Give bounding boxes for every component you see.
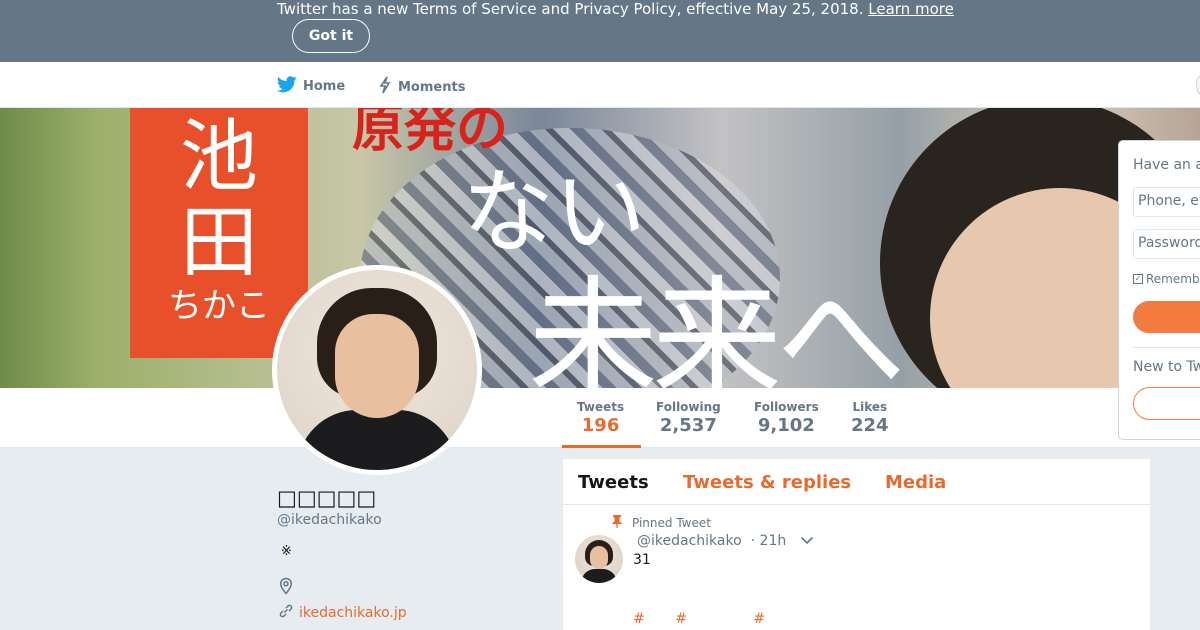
avatar-face [335,314,419,418]
tweet-avatar[interactable] [575,535,623,583]
hashtag-link[interactable]: # [633,611,645,627]
profile-url-link[interactable]: ikedachikako.jp [299,605,407,621]
cover-name: 池 田 ちかこ [150,114,288,326]
tweet-hashtags: # # # [633,611,791,627]
terms-banner: Twitter has a new Terms of Service and P… [0,0,1200,62]
active-tab-indicator [562,445,641,448]
stat-value: 196 [581,415,620,436]
stat-label: Followers [754,400,819,414]
got-it-button[interactable]: Got it [292,19,370,53]
timeline: Tweets Tweets & replies Media Pinned Twe… [563,459,1150,630]
pin-icon [611,514,623,531]
lightning-icon [378,76,392,98]
cover-name-mid: 田 [179,198,258,288]
stat-tweets[interactable]: Tweets 196 [577,400,624,437]
stat-label: Likes [852,400,888,414]
stat-label: Tweets [577,400,625,414]
banner-text: Twitter has a new Terms of Service and P… [277,0,954,18]
tweet-handle[interactable]: @ikedachikako [637,533,742,549]
cover-image: 池 田 ちかこ 原発の ない 未来へ [0,108,1200,388]
tab-tweets[interactable]: Tweets [578,472,649,493]
tweet-time[interactable]: · 21h [751,533,787,549]
stat-following[interactable]: Following 2,537 [656,400,721,437]
twitter-bird-icon [276,76,297,97]
location-icon [278,577,294,599]
password-input[interactable]: Password [1133,229,1200,259]
search-field-edge[interactable] [1196,70,1200,100]
profile-nav: Tweets 196 Following 2,537 Followers 9,1… [0,388,1200,448]
login-divider [1133,347,1200,348]
tweet-avatar-body [581,569,617,583]
remember-me[interactable]: ✓ Remember me [1133,272,1200,286]
remember-label: Remember me [1146,272,1200,286]
tweet-text: 31 [633,552,651,568]
pinned-tweet-label: Pinned Tweet [611,514,711,531]
nav-home-label: Home [303,79,346,94]
profile-name[interactable]: □□□□□ [277,486,376,510]
tab-tweets-replies[interactable]: Tweets & replies [683,472,851,493]
profile-handle[interactable]: @ikedachikako [277,512,382,528]
remember-checkbox[interactable]: ✓ [1133,274,1143,284]
learn-more-link[interactable]: Learn more [868,0,954,18]
stat-likes[interactable]: Likes 224 [851,400,889,437]
pinned-text: Pinned Tweet [632,515,711,530]
avatar-photo [277,270,477,470]
new-to-twitter-text: New to Twitter? [1133,359,1200,375]
login-button[interactable] [1133,301,1200,333]
tweet-avatar-face [590,546,608,569]
profile-url: ikedachikako.jp [278,603,407,623]
stat-value: 2,537 [659,415,717,436]
link-icon [278,603,294,623]
nav-moments[interactable]: Moments [378,76,465,98]
stat-followers[interactable]: Followers 9,102 [754,400,819,437]
cover-slogan-line2: 未来へ [528,263,906,388]
cover-name-top: 池 [179,112,258,202]
stat-value: 224 [851,415,889,436]
phone-email-input[interactable]: Phone, email or username [1133,187,1200,217]
timeline-tabs: Tweets Tweets & replies Media [563,459,1150,505]
cover-name-bottom: ちかこ [168,286,270,326]
tweet-header: @ikedachikako · 21h [637,533,814,549]
banner-message: Twitter has a new Terms of Service and P… [277,0,864,18]
stat-value: 9,102 [757,415,815,436]
profile-bio: ※ [281,544,292,559]
nav-moments-label: Moments [398,79,466,95]
hashtag-link[interactable]: # [753,611,765,627]
nav-home[interactable]: Home [276,76,346,97]
profile-avatar[interactable] [272,265,482,475]
hashtag-link[interactable]: # [675,611,687,627]
login-title: Have an account? [1133,157,1200,173]
top-nav: Home Moments [0,62,1200,108]
stat-label: Following [656,400,721,414]
signup-button[interactable] [1133,387,1200,420]
avatar-body [297,410,457,470]
chevron-down-icon[interactable] [800,533,814,549]
login-panel: Have an account? Phone, email or usernam… [1118,140,1200,440]
tab-media[interactable]: Media [885,472,946,493]
